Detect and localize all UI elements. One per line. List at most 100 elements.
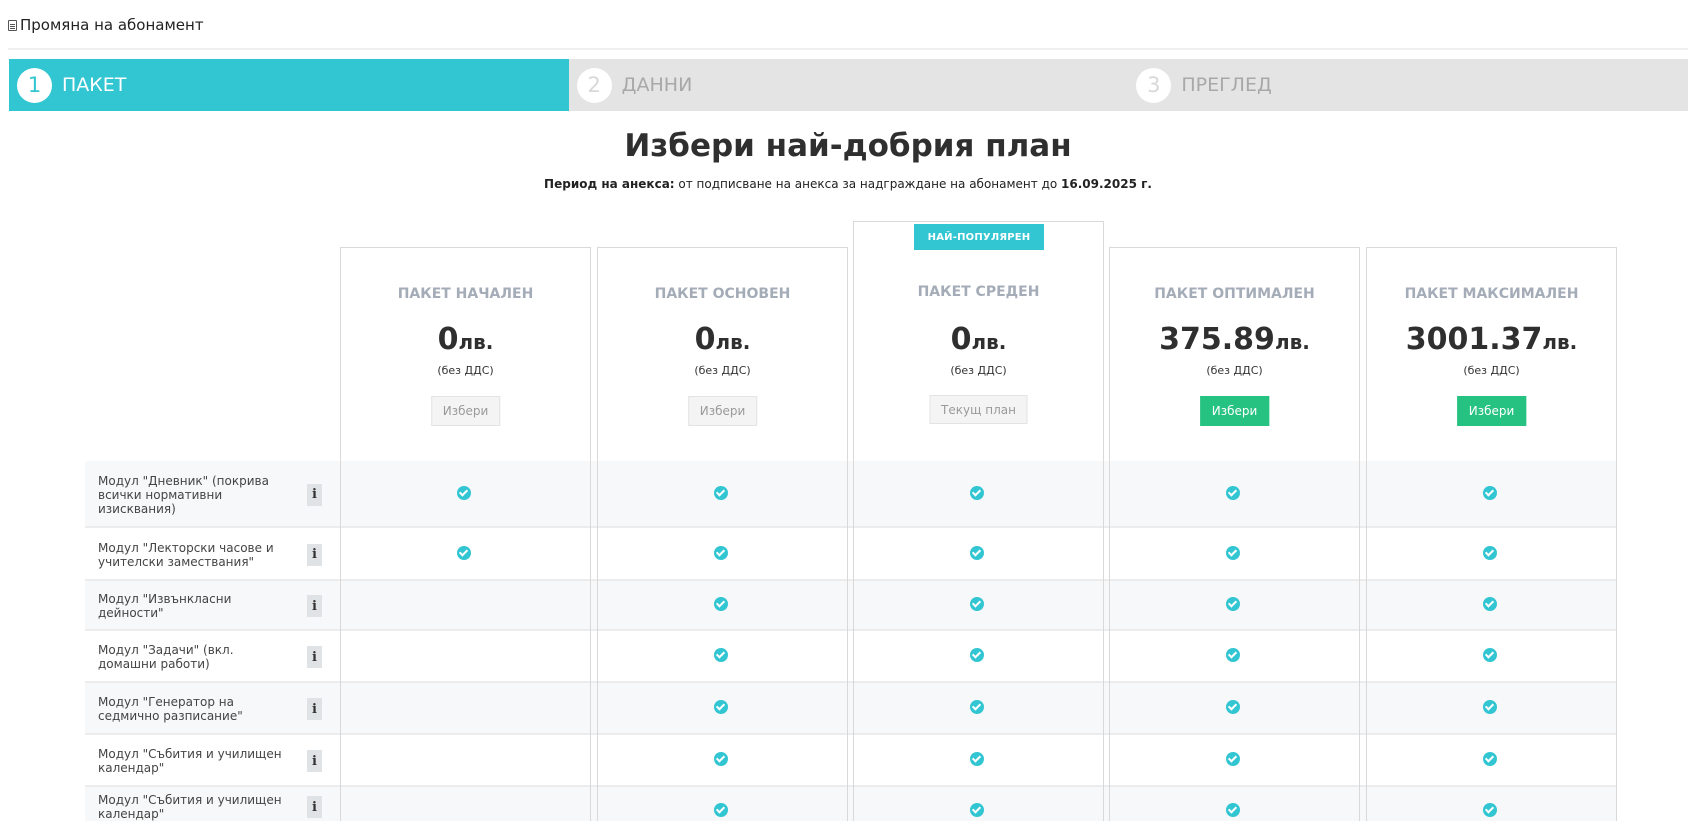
- check-icon: [457, 485, 471, 500]
- plan-vat-note: (без ДДС): [1463, 364, 1520, 377]
- check-icon: [1483, 545, 1497, 560]
- feature-label: Модул "Събития и училищен календар": [98, 793, 282, 821]
- wizard-step-data[interactable]: 2 ДАННИ: [568, 59, 1129, 111]
- step-number: 2: [576, 67, 612, 103]
- column-divider: [340, 461, 341, 821]
- annex-period: Период на анекса: от подписване на анекс…: [0, 177, 1696, 191]
- header-divider: [8, 48, 1688, 50]
- plan-vat-note: (без ДДС): [1206, 364, 1263, 377]
- check-icon: [714, 648, 728, 662]
- check-icon: [457, 545, 471, 560]
- check-icon: [1226, 648, 1240, 662]
- price-amount: 0: [694, 322, 716, 357]
- feature-label: Модул "Събития и училищен календар": [98, 747, 282, 775]
- feature-label: Модул "Задачи" (вкл. домашни работи): [98, 643, 234, 671]
- column-divider: [1366, 461, 1367, 821]
- check-icon: [714, 597, 728, 611]
- document-icon: [8, 19, 17, 31]
- period-text: от подписване на анекса за надграждане н…: [674, 177, 1062, 191]
- info-icon[interactable]: i: [307, 750, 322, 772]
- check-icon: [714, 545, 728, 560]
- price-amount: 0: [950, 322, 972, 357]
- plan-vat-note: (без ДДС): [950, 364, 1007, 377]
- info-icon[interactable]: i: [307, 595, 322, 617]
- column-divider: [847, 461, 848, 821]
- column-divider: [597, 461, 598, 821]
- wizard-step-package[interactable]: 1 ПАКЕТ: [9, 59, 569, 111]
- period-date: 16.09.2025 г.: [1061, 177, 1152, 191]
- check-icon: [1226, 545, 1240, 560]
- column-divider: [1103, 461, 1104, 821]
- check-icon: [970, 700, 984, 714]
- page-header: Промяна на абонамент: [8, 16, 204, 34]
- check-icon: [1226, 485, 1240, 500]
- feature-row: Модул "Лекторски часове и учителски заме…: [85, 528, 1617, 581]
- price-currency: лв.: [715, 330, 751, 354]
- step-label: ПРЕГЛЕД: [1181, 74, 1272, 96]
- check-icon: [970, 597, 984, 611]
- check-icon: [970, 752, 984, 766]
- plan-name: ПАКЕТ ОПТИМАЛЕН: [1154, 286, 1315, 302]
- column-divider: [590, 461, 591, 821]
- price-currency: лв.: [1542, 330, 1578, 354]
- wizard-step-review[interactable]: 3 ПРЕГЛЕД: [1128, 59, 1689, 111]
- check-icon: [1483, 485, 1497, 500]
- check-icon: [714, 485, 728, 500]
- column-divider: [853, 461, 854, 821]
- column-divider: [1616, 461, 1617, 821]
- info-icon[interactable]: i: [307, 796, 322, 818]
- check-icon: [1226, 803, 1240, 817]
- feature-row: Модул "Генератор на седмично разписание"…: [85, 683, 1617, 735]
- check-icon: [1226, 700, 1240, 714]
- price-currency: лв.: [1274, 330, 1310, 354]
- plan-vat-note: (без ДДС): [437, 364, 494, 377]
- column-divider: [1359, 461, 1360, 821]
- column-divider: [1109, 461, 1110, 821]
- check-icon: [1483, 700, 1497, 714]
- check-icon: [1226, 752, 1240, 766]
- select-plan-button[interactable]: Текущ план: [929, 395, 1028, 424]
- wizard-steps: 1 ПАКЕТ 2 ДАННИ 3 ПРЕГЛЕД: [9, 59, 1689, 111]
- feature-row: Модул "Събития и училищен календар" i: [85, 787, 1617, 821]
- plan-name: ПАКЕТ МАКСИМАЛЕН: [1404, 286, 1579, 302]
- feature-row: Модул "Дневник" (покрива всички норматив…: [85, 461, 1617, 528]
- plan-price: 0лв.: [598, 322, 847, 357]
- page-title: Промяна на абонамент: [20, 16, 204, 34]
- price-amount: 375.89: [1159, 322, 1275, 357]
- popular-badge: НАЙ-ПОПУЛЯРЕН: [914, 224, 1044, 250]
- check-icon: [714, 700, 728, 714]
- feature-row: Модул "Извънкласни дейности" i: [85, 581, 1617, 631]
- price-amount: 3001.37: [1405, 322, 1543, 357]
- select-plan-button[interactable]: Избери: [1456, 396, 1527, 426]
- price-currency: лв.: [971, 330, 1007, 354]
- plan-price: 3001.37лв.: [1367, 322, 1616, 357]
- feature-row: Модул "Събития и училищен календар" i: [85, 735, 1617, 787]
- select-plan-button[interactable]: Избери: [430, 396, 501, 426]
- check-icon: [970, 485, 984, 500]
- select-plan-button[interactable]: Избери: [687, 396, 758, 426]
- step-label: ДАННИ: [621, 74, 693, 96]
- step-label: ПАКЕТ: [62, 74, 127, 96]
- check-icon: [1483, 597, 1497, 611]
- feature-label: Модул "Генератор на седмично разписание": [98, 695, 243, 723]
- price-currency: лв.: [458, 330, 494, 354]
- check-icon: [970, 803, 984, 817]
- info-icon[interactable]: i: [307, 698, 322, 720]
- select-plan-button[interactable]: Избери: [1199, 396, 1270, 426]
- check-icon: [970, 648, 984, 662]
- check-icon: [1483, 803, 1497, 817]
- info-icon[interactable]: i: [307, 483, 322, 506]
- info-icon[interactable]: i: [307, 646, 322, 668]
- step-number: 1: [17, 67, 52, 103]
- check-icon: [714, 803, 728, 817]
- info-icon[interactable]: i: [307, 543, 322, 566]
- period-label: Период на анекса:: [544, 177, 675, 191]
- feature-label: Модул "Лекторски часове и учителски заме…: [98, 540, 274, 569]
- check-icon: [970, 545, 984, 560]
- check-icon: [1226, 597, 1240, 611]
- feature-label: Модул "Извънкласни дейности": [98, 592, 232, 620]
- plan-name: ПАКЕТ СРЕДЕН: [917, 284, 1040, 300]
- check-icon: [714, 752, 728, 766]
- plan-price: 0лв.: [854, 322, 1103, 357]
- plan-vat-note: (без ДДС): [694, 364, 751, 377]
